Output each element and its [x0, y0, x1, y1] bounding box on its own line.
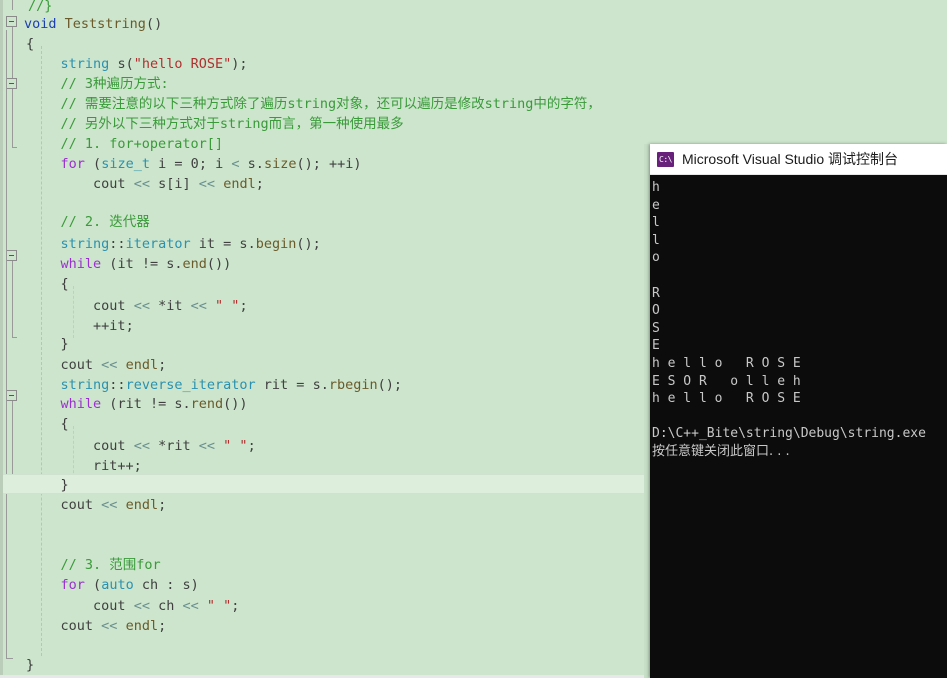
- code-line-12: // 2. 迭代器: [28, 214, 150, 230]
- console-title-bar[interactable]: C:\ Microsoft Visual Studio 调试控制台: [650, 144, 947, 175]
- code-line-26: cout << endl;: [60, 497, 167, 513]
- console-line: o: [652, 250, 660, 266]
- code-line-24: rit++;: [93, 458, 142, 474]
- code-line-9: for (size_t i = 0; i < s.size(); ++i): [60, 156, 362, 172]
- code-line-15: {: [60, 276, 69, 292]
- console-line: E: [652, 338, 660, 354]
- code-line-7: // 另外以下三种方式对于string而言，第一种使用最多: [28, 116, 404, 132]
- code-line-6: // 需要注意的以下三种方式除了遍历string对象，还可以遍历是修改strin…: [28, 96, 601, 112]
- code-line-8: // 1. for+operator[]: [28, 136, 224, 152]
- code-line-34: }: [26, 657, 35, 673]
- code-line-14: while (it != s.end()): [60, 256, 232, 272]
- console-line: h e l l o R O S E: [652, 391, 809, 407]
- console-line: h: [652, 180, 660, 195]
- code-line-3: {: [26, 36, 35, 52]
- console-line: l: [652, 232, 660, 248]
- code-line-17: ++it;: [93, 318, 134, 334]
- console-line: e: [652, 197, 660, 213]
- code-line-4: string s("hello ROSE");: [60, 56, 248, 72]
- console-line: O: [652, 303, 660, 319]
- code-line-16: cout << *it << " ";: [93, 298, 248, 314]
- code-line-19: cout << endl;: [60, 357, 167, 373]
- code-line-5: // 3种遍历方式:: [28, 76, 169, 92]
- code-line-30: for (auto ch : s): [60, 577, 199, 593]
- console-line: E S O R o l l e h: [652, 373, 809, 389]
- console-app-icon: C:\: [657, 151, 674, 167]
- code-line-32: cout << endl;: [60, 618, 167, 634]
- console-line-press-any-key: 按任意键关闭此窗口. . .: [652, 443, 790, 459]
- console-output-area[interactable]: h e l l o R O S E h e l l o R O S E E S …: [650, 175, 947, 678]
- code-line-10: cout << s[i] << endl;: [93, 176, 264, 192]
- console-line: R: [652, 285, 660, 301]
- code-line-29: // 3. 范围for: [28, 557, 161, 573]
- code-line-25: }: [60, 477, 69, 493]
- console-title-label: Microsoft Visual Studio 调试控制台: [682, 151, 899, 167]
- code-line-13: string::iterator it = s.begin();: [60, 236, 321, 252]
- console-line: S: [652, 320, 660, 336]
- console-line: h e l l o R O S E: [652, 355, 809, 371]
- console-line: l: [652, 215, 660, 231]
- code-line-20: string::reverse_iterator rit = s.rbegin(…: [60, 377, 403, 393]
- code-line-31: cout << ch << " ";: [93, 598, 240, 614]
- code-line-22: {: [60, 416, 69, 432]
- code-line-2: void Teststring(): [24, 16, 163, 32]
- console-line-exe-path: D:\C++_Bite\string\Debug\string.exe: [652, 426, 926, 442]
- code-line-18: }: [60, 336, 69, 352]
- debug-console-window[interactable]: C:\ Microsoft Visual Studio 调试控制台 h e l …: [650, 144, 947, 678]
- code-line-21: while (rit != s.rend()): [60, 396, 248, 412]
- code-line-23: cout << *rit << " ";: [93, 438, 256, 454]
